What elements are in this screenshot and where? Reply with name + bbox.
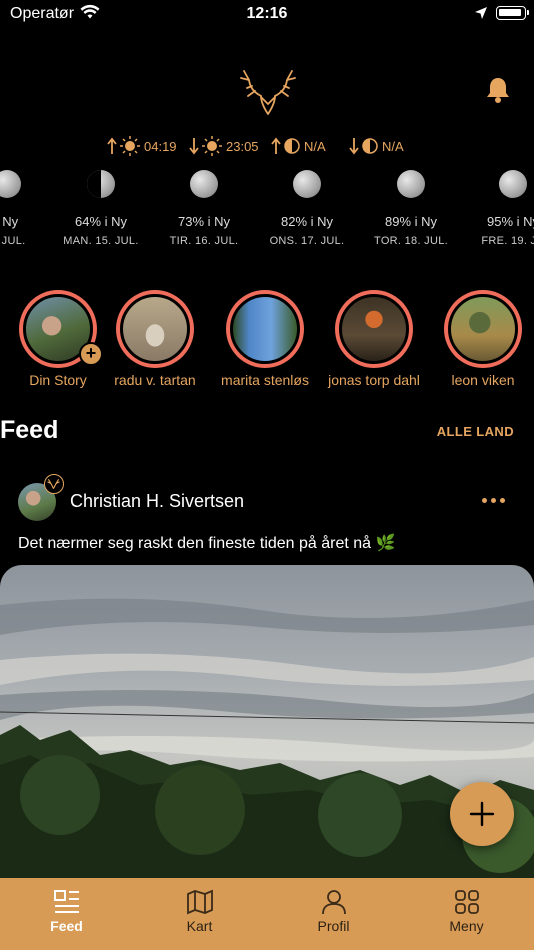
- tab-meny[interactable]: Meny: [400, 878, 533, 950]
- post-text: Det nærmer seg raskt den fineste tiden p…: [18, 535, 396, 552]
- story-name: marita stenløs: [221, 372, 309, 388]
- post-image[interactable]: [0, 565, 534, 885]
- moon-day[interactable]: 95% i Ny FRE. 19. JU: [458, 168, 534, 247]
- feed-icon: [53, 890, 79, 913]
- battery-tip: [527, 10, 529, 15]
- story-name: leon viken: [451, 372, 515, 388]
- deer-badge-icon: [44, 474, 64, 494]
- stories-row[interactable]: + Din Story radu v. tartan marita stenlø…: [0, 290, 534, 400]
- post-author[interactable]: Christian H. Sivertsen: [70, 491, 244, 512]
- moonset-icon: [349, 138, 378, 155]
- moon-date: TIR. 16. JUL.: [169, 235, 239, 247]
- moonrise-time: N/A: [304, 138, 326, 154]
- moon-day[interactable]: 64% i Ny MAN. 15. JUL.: [46, 168, 156, 247]
- moon-percent: 64% i Ny: [74, 214, 128, 229]
- location-arrow-icon: [474, 6, 488, 25]
- sunrise-icon: [107, 136, 140, 156]
- battery-icon: [496, 6, 526, 20]
- story-item[interactable]: radu v. tartan: [100, 290, 210, 388]
- moon-date: FRE. 19. JU: [481, 235, 534, 247]
- bell-icon[interactable]: [485, 76, 511, 104]
- add-post-button[interactable]: [450, 782, 514, 846]
- tab-label: Feed: [50, 918, 83, 934]
- moon-day[interactable]: 89% i Ny TOR. 18. JUL.: [356, 168, 466, 247]
- sunrise-time: 04:19: [144, 138, 177, 154]
- tab-kart[interactable]: Kart: [133, 878, 266, 950]
- moonrise-icon: [271, 137, 300, 154]
- moon-date: MAN. 15. JUL.: [63, 235, 139, 247]
- more-options-icon[interactable]: [482, 498, 505, 503]
- story-name: jonas torp dahl: [328, 372, 420, 388]
- grid-menu-icon: [454, 890, 479, 914]
- moon-percent: 95% i Ny: [486, 214, 534, 229]
- story-avatar-ring[interactable]: [335, 290, 413, 368]
- sunset-time: 23:05: [226, 138, 259, 154]
- story-item[interactable]: jonas torp dahl: [319, 290, 429, 388]
- tab-label: Kart: [186, 918, 213, 934]
- moon-date: TOR. 18. JUL.: [374, 235, 448, 247]
- avatar: [448, 294, 518, 364]
- story-avatar-ring[interactable]: +: [19, 290, 103, 368]
- avatar: [230, 294, 300, 364]
- story-avatar-ring[interactable]: [444, 290, 522, 368]
- tab-label: Profil: [317, 918, 350, 934]
- sun-moon-times: 04:19 23:05 N/A N/A: [0, 136, 534, 158]
- avatar: [120, 294, 190, 364]
- tab-bar: Feed Kart Profil Meny: [0, 878, 534, 950]
- moon-date: ONS. 17. JUL.: [269, 235, 345, 247]
- moon-phase-icon: [87, 170, 115, 198]
- moonrise: N/A: [270, 136, 326, 156]
- story-name: radu v. tartan: [114, 372, 196, 388]
- moon-phase-icon: [293, 170, 321, 198]
- story-avatar-ring[interactable]: [116, 290, 194, 368]
- moon-percent: 82% i Ny: [280, 214, 334, 229]
- moon-phase-icon: [397, 170, 425, 198]
- moonset: N/A: [348, 136, 404, 156]
- moon-day[interactable]: 73% i Ny TIR. 16. JUL.: [149, 168, 259, 247]
- moon-percent: 89% i Ny: [384, 214, 438, 229]
- story-item[interactable]: leon viken: [428, 290, 534, 388]
- status-bar: Operatør 12:16: [0, 0, 534, 28]
- story-avatar-ring[interactable]: [226, 290, 304, 368]
- story-item[interactable]: + Din Story: [3, 290, 113, 388]
- tab-feed[interactable]: Feed: [0, 878, 133, 950]
- story-item[interactable]: marita stenløs: [210, 290, 320, 388]
- moon-phase-icon: [499, 170, 527, 198]
- moon-day[interactable]: 82% i Ny ONS. 17. JUL.: [252, 168, 362, 247]
- country-filter-button[interactable]: ALLE LAND: [437, 424, 514, 439]
- moon-phase-strip[interactable]: i Ny 4. JUL. 64% i Ny MAN. 15. JUL. 73% …: [0, 168, 534, 258]
- clock: 12:16: [246, 5, 288, 22]
- sunset-icon: [189, 136, 222, 156]
- tab-profil[interactable]: Profil: [267, 878, 400, 950]
- moon-percent: 73% i Ny: [177, 214, 231, 229]
- sunset: 23:05: [188, 136, 259, 156]
- story-name: Din Story: [29, 372, 87, 388]
- sunrise: 04:19: [106, 136, 177, 156]
- moon-phase-icon: [0, 170, 21, 198]
- moonset-time: N/A: [382, 138, 404, 154]
- tab-label: Meny: [449, 918, 484, 934]
- feed-title: Feed: [0, 416, 59, 444]
- avatar: [339, 294, 409, 364]
- deer-antler-logo: [237, 66, 299, 116]
- profile-icon: [321, 890, 346, 915]
- plus-icon: [469, 801, 495, 827]
- moon-phase-icon: [190, 170, 218, 198]
- post-header: Christian H. Sivertsen: [18, 474, 518, 524]
- map-icon: [186, 889, 213, 915]
